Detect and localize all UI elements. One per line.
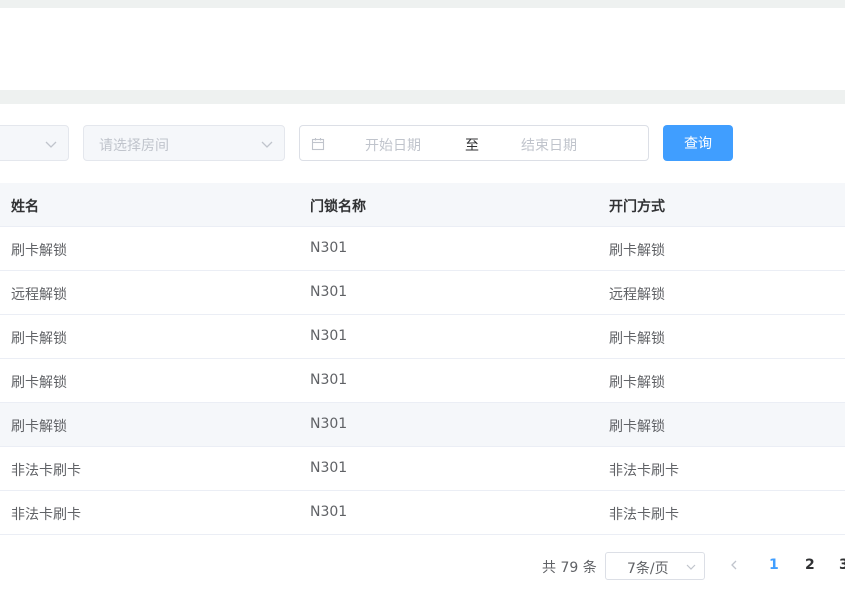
page-size-select[interactable]: 7条/页: [605, 552, 705, 580]
table-row[interactable]: 刷卡解锁 N301 刷卡解锁: [0, 315, 845, 359]
cell-name: 非法卡刷卡: [11, 507, 81, 523]
chevron-down-icon: [45, 141, 57, 148]
cell-open-method: 刷卡解锁: [609, 419, 665, 435]
cell-name: 刷卡解锁: [11, 419, 67, 435]
cell-name: 远程解锁: [11, 287, 67, 303]
cell-lock-name: N301: [310, 284, 348, 300]
calendar-icon: [311, 138, 325, 151]
cell-open-method: 远程解锁: [609, 287, 665, 303]
cell-lock-name: N301: [310, 416, 348, 432]
cell-lock-name: N301: [310, 504, 348, 520]
page: 请选择房间 开始日期 至 结束日期 查询 姓名 门锁名称 开门方式 刷卡解锁 N…: [0, 0, 845, 592]
cell-open-method: 刷卡解锁: [609, 375, 665, 391]
cell-name: 刷卡解锁: [11, 243, 67, 259]
date-range-picker[interactable]: 开始日期 至 结束日期: [299, 125, 649, 161]
chevron-down-icon: [686, 564, 696, 570]
table-row[interactable]: 刷卡解锁 N301 刷卡解锁: [0, 359, 845, 403]
end-date-input[interactable]: 结束日期: [521, 135, 577, 155]
page-number-2[interactable]: 2: [805, 557, 815, 573]
table-row[interactable]: 非法卡刷卡 N301 非法卡刷卡: [0, 491, 845, 535]
cell-name: 刷卡解锁: [11, 375, 67, 391]
cell-name: 非法卡刷卡: [11, 463, 81, 479]
cell-open-method: 刷卡解锁: [609, 243, 665, 259]
room-select[interactable]: 请选择房间: [83, 125, 285, 161]
table-row[interactable]: 刷卡解锁 N301 刷卡解锁: [0, 227, 845, 271]
table-header: 姓名 门锁名称 开门方式: [0, 183, 845, 227]
column-header-name: 姓名: [11, 199, 39, 215]
cell-lock-name: N301: [310, 372, 348, 388]
cell-open-method: 刷卡解锁: [609, 331, 665, 347]
column-header-open-method: 开门方式: [609, 199, 665, 215]
section-divider: [0, 90, 845, 104]
date-separator: 至: [465, 138, 479, 154]
cell-open-method: 非法卡刷卡: [609, 463, 679, 479]
cell-lock-name: N301: [310, 240, 348, 256]
page-size-value: 7条/页: [627, 561, 669, 577]
room-select-placeholder: 请选择房间: [99, 138, 169, 154]
table-row[interactable]: 非法卡刷卡 N301 非法卡刷卡: [0, 447, 845, 491]
records-table: 姓名 门锁名称 开门方式 刷卡解锁 N301 刷卡解锁 远程解锁 N301 远程…: [0, 183, 845, 535]
table-row[interactable]: 刷卡解锁 N301 刷卡解锁: [0, 403, 845, 447]
pagination-total: 共 79 条: [542, 560, 597, 576]
query-button[interactable]: 查询: [663, 125, 733, 161]
page-number-3[interactable]: 3: [839, 557, 845, 573]
cell-open-method: 非法卡刷卡: [609, 507, 679, 523]
top-divider: [0, 0, 845, 8]
chevron-down-icon: [261, 141, 273, 148]
filter-select[interactable]: [0, 125, 69, 161]
page-number-1[interactable]: 1: [769, 557, 779, 573]
table-row[interactable]: 远程解锁 N301 远程解锁: [0, 271, 845, 315]
start-date-input[interactable]: 开始日期: [365, 135, 421, 155]
cell-lock-name: N301: [310, 328, 348, 344]
column-header-lock-name: 门锁名称: [310, 199, 366, 215]
cell-lock-name: N301: [310, 460, 348, 476]
chevron-left-icon[interactable]: [728, 559, 740, 571]
cell-name: 刷卡解锁: [11, 331, 67, 347]
